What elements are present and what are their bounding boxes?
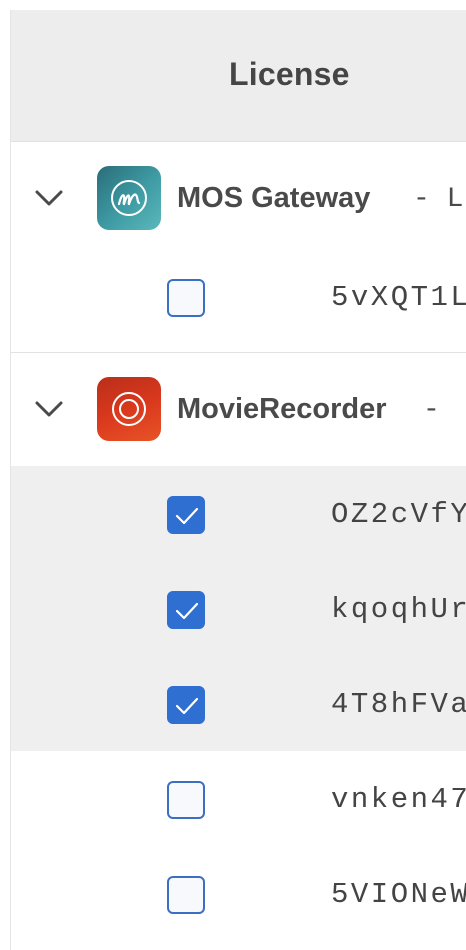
license-key: 4T8hFVa [331,688,466,721]
license-row[interactable]: 5vXQT1L [11,253,466,348]
app-name-mos-gateway: MOS Gateway [177,182,371,214]
app-group-row-mos-gateway[interactable]: MOS Gateway - L [11,142,466,252]
chevron-down-icon[interactable] [31,184,67,210]
checkmark-icon [175,507,199,525]
license-checkbox[interactable] [167,876,205,914]
chevron-down-icon[interactable] [31,395,67,421]
checkmark-icon [175,602,199,620]
license-row[interactable]: 5VIONeW [11,850,466,945]
license-header-title: License [229,56,350,92]
movie-recorder-icon [97,377,161,441]
app-separator: - [423,395,440,426]
license-checkbox[interactable] [167,686,205,724]
license-checkbox[interactable] [167,591,205,629]
license-row[interactable]: vnken47 [11,755,466,850]
app-name-movie-recorder: MovieRecorder [177,393,387,425]
mos-gateway-icon [97,166,161,230]
license-checkbox[interactable] [167,781,205,819]
license-key: vnken47 [331,783,466,816]
checkmark-icon [175,697,199,715]
license-key: kqoqhUr [331,593,466,626]
license-key: 5VIONeW [331,878,466,911]
license-checkbox[interactable] [167,279,205,317]
app-separator: - L [413,184,464,215]
license-key: OZ2cVfY [331,498,466,531]
license-row[interactable]: OZ2cVfY [11,470,466,565]
license-row[interactable]: 4T8hFVa [11,660,466,755]
license-checkbox[interactable] [167,496,205,534]
license-panel: License MOS Gateway - L 5vXQT1L MovieRec… [10,10,466,950]
license-column-header: License [11,10,466,142]
app-group-row-movie-recorder[interactable]: MovieRecorder - [11,352,466,463]
license-row[interactable]: kqoqhUr [11,565,466,660]
license-key: 5vXQT1L [331,281,466,314]
